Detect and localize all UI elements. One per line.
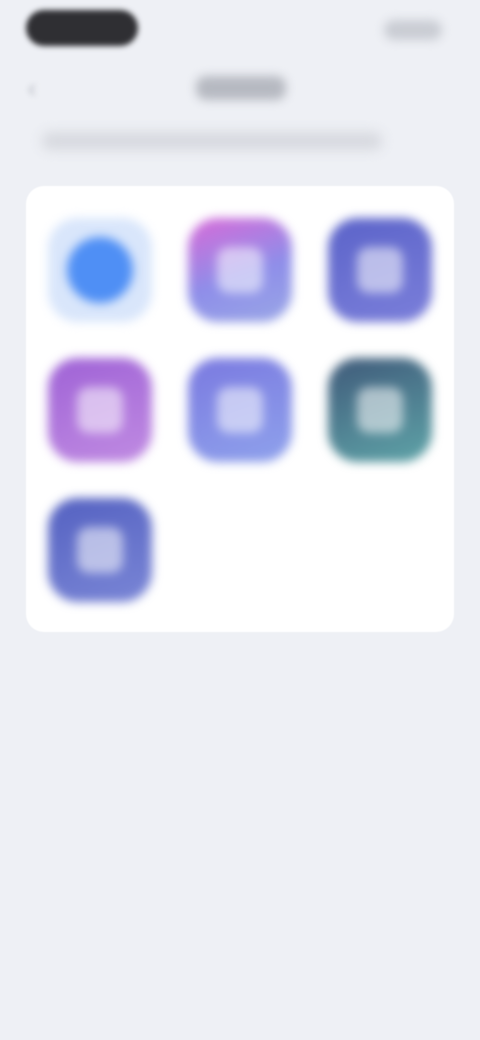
app-tile-4[interactable] xyxy=(48,358,152,462)
page-subtitle-text xyxy=(42,132,43,133)
status-time xyxy=(26,10,27,11)
status-bar xyxy=(0,0,480,60)
app-icon xyxy=(77,527,123,573)
page-title-text xyxy=(196,76,197,77)
status-icons-text xyxy=(384,20,385,21)
app-icon xyxy=(357,247,403,293)
status-time-pill xyxy=(26,10,138,46)
app-icon xyxy=(217,247,263,293)
nav-bar: ‹ xyxy=(0,58,480,118)
app-tile-3[interactable] xyxy=(328,218,432,322)
app-icon xyxy=(217,387,263,433)
app-tile-2[interactable] xyxy=(188,218,292,322)
app-tile-6[interactable] xyxy=(328,358,432,462)
app-icon xyxy=(77,387,123,433)
chevron-left-icon[interactable]: ‹ xyxy=(16,72,48,104)
app-tile-7[interactable] xyxy=(48,498,152,602)
page-title xyxy=(196,76,286,100)
status-icons xyxy=(384,20,442,40)
app-tile-5[interactable] xyxy=(188,358,292,462)
app-tile-1[interactable] xyxy=(48,218,152,322)
app-icon xyxy=(67,237,133,303)
app-icon xyxy=(357,387,403,433)
page-subtitle xyxy=(42,132,382,150)
